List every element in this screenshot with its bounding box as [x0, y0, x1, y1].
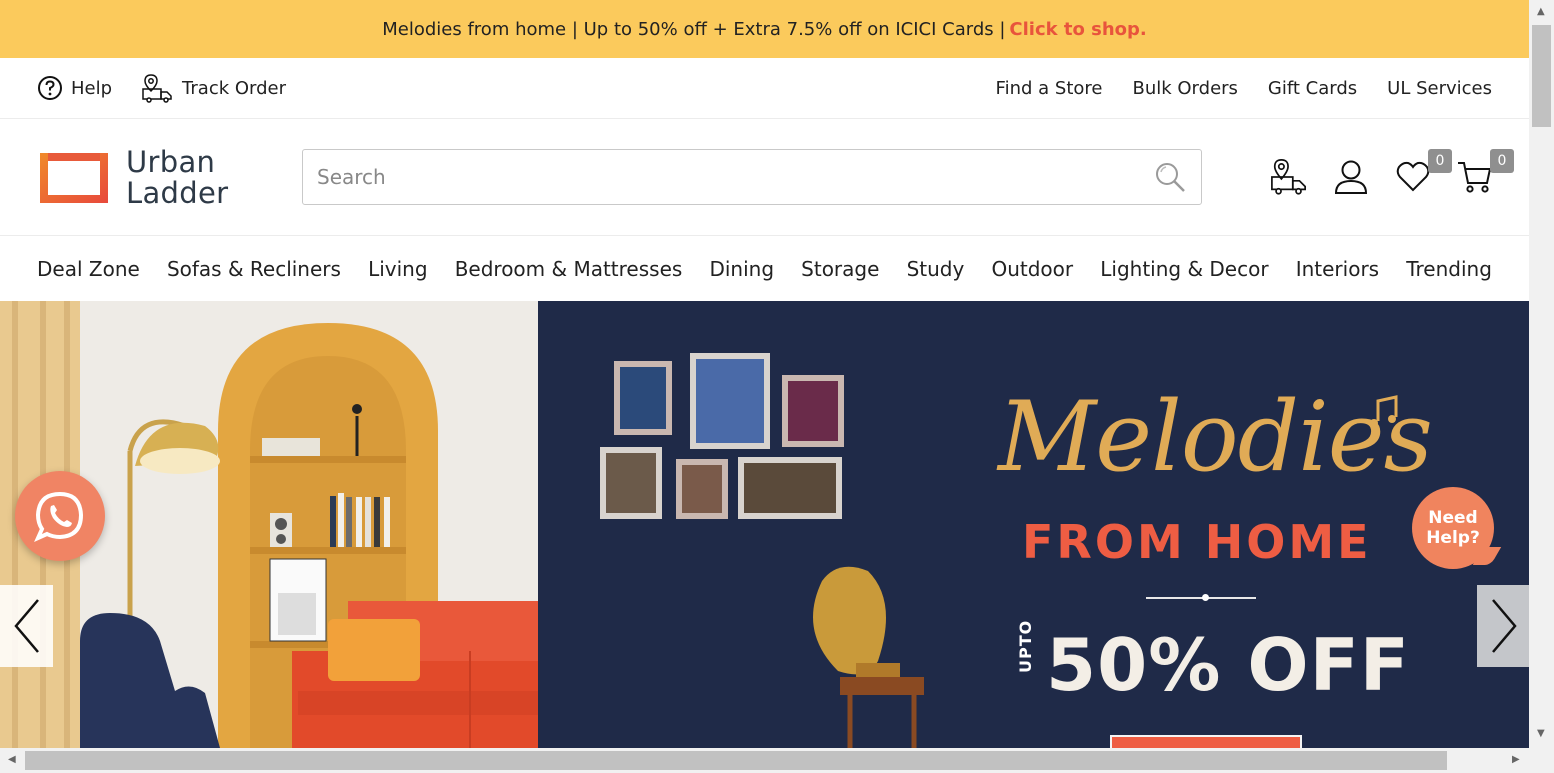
nav-item-storage[interactable]: Storage	[801, 257, 879, 281]
search-input[interactable]	[317, 165, 1153, 189]
promo-shop-link[interactable]: Click to shop.	[1009, 19, 1146, 40]
hero-offer-text: 50% OFF	[1046, 623, 1410, 707]
cart-icon	[1458, 162, 1492, 193]
nav-item-dining[interactable]: Dining	[709, 257, 774, 281]
truck-location-icon	[1271, 159, 1307, 195]
horizontal-scroll-thumb[interactable]	[25, 751, 1447, 770]
promo-banner[interactable]: Melodies from home | Up to 50% off + Ext…	[0, 0, 1529, 58]
ul-services-link[interactable]: UL Services	[1387, 78, 1492, 99]
need-help-line1: Need	[1428, 508, 1478, 528]
category-nav: Deal Zone Sofas & Recliners Living Bedro…	[0, 236, 1529, 301]
track-order-link[interactable]: Track Order	[142, 73, 286, 103]
whatsapp-button[interactable]	[15, 471, 105, 561]
account-button[interactable]	[1332, 157, 1370, 197]
horizontal-scrollbar[interactable]: ◀ ▶	[0, 748, 1554, 773]
hero-divider-dot	[1202, 594, 1209, 601]
logo-text-ladder: Ladder	[126, 176, 229, 210]
nav-item-trending[interactable]: Trending	[1406, 257, 1492, 281]
hero-divider	[1146, 597, 1256, 599]
track-order-button[interactable]	[1270, 157, 1308, 197]
cart-count-badge: 0	[1490, 149, 1514, 173]
need-help-button[interactable]: Need Help?	[1412, 487, 1494, 569]
nav-item-bedroom-mattresses[interactable]: Bedroom & Mattresses	[455, 257, 683, 281]
hero-shop-button[interactable]	[1110, 735, 1302, 748]
search-bar	[302, 149, 1202, 205]
scroll-down-icon[interactable]: ▼	[1537, 728, 1545, 739]
utility-bar: Help Track Order Find a Store Bulk Order…	[0, 58, 1529, 119]
wishlist-count-badge: 0	[1428, 149, 1452, 173]
scroll-up-icon[interactable]: ▲	[1537, 6, 1545, 17]
help-icon	[38, 76, 62, 100]
hero-banner[interactable]: Melodies FROM HOME UPTO 50% OFF	[0, 301, 1529, 748]
hero-offer-panel: Melodies FROM HOME UPTO 50% OFF	[538, 301, 1529, 748]
nav-item-living[interactable]: Living	[368, 257, 427, 281]
help-link[interactable]: Help	[37, 75, 112, 101]
main-header: Urban Ladder Search 0 0	[0, 119, 1529, 236]
heart-icon	[1396, 161, 1430, 192]
urban-ladder-logo[interactable]: Urban Ladder	[38, 147, 228, 209]
chevron-left-icon	[13, 599, 39, 653]
vertical-scroll-thumb[interactable]	[1532, 25, 1551, 127]
scroll-right-icon[interactable]: ▶	[1512, 754, 1520, 765]
need-help-line2: Help?	[1426, 528, 1480, 548]
carousel-next-button[interactable]	[1477, 585, 1529, 667]
promo-text: Melodies from home | Up to 50% off + Ext…	[382, 18, 1006, 40]
nav-item-outdoor[interactable]: Outdoor	[991, 257, 1073, 281]
whatsapp-icon	[34, 491, 84, 542]
vertical-scrollbar[interactable]: ▲ ▼	[1529, 0, 1554, 748]
search-icon[interactable]	[1153, 160, 1187, 194]
hero-upto-label: UPTO	[1016, 619, 1035, 673]
hero-title-sub: FROM HOME	[1022, 515, 1372, 569]
user-icon	[1334, 160, 1368, 194]
nav-item-deal-zone[interactable]: Deal Zone	[37, 257, 140, 281]
hero-title-script: Melodies	[998, 381, 1433, 493]
chevron-right-icon	[1491, 599, 1517, 653]
logo-mark-icon	[40, 153, 108, 203]
logo-text-urban: Urban	[126, 145, 216, 179]
gift-cards-link[interactable]: Gift Cards	[1268, 78, 1357, 99]
nav-item-study[interactable]: Study	[907, 257, 965, 281]
scroll-left-icon[interactable]: ◀	[8, 754, 16, 765]
cart-button[interactable]: 0	[1456, 149, 1514, 197]
help-label: Help	[71, 77, 113, 99]
track-order-label: Track Order	[182, 77, 287, 99]
find-store-link[interactable]: Find a Store	[996, 78, 1103, 99]
nav-item-sofas-recliners[interactable]: Sofas & Recliners	[167, 257, 341, 281]
truck-location-icon	[142, 74, 172, 103]
bulk-orders-link[interactable]: Bulk Orders	[1132, 78, 1237, 99]
nav-item-interiors[interactable]: Interiors	[1296, 257, 1379, 281]
wishlist-button[interactable]: 0	[1394, 149, 1452, 197]
carousel-prev-button[interactable]	[0, 585, 53, 667]
nav-item-lighting-decor[interactable]: Lighting & Decor	[1100, 257, 1268, 281]
